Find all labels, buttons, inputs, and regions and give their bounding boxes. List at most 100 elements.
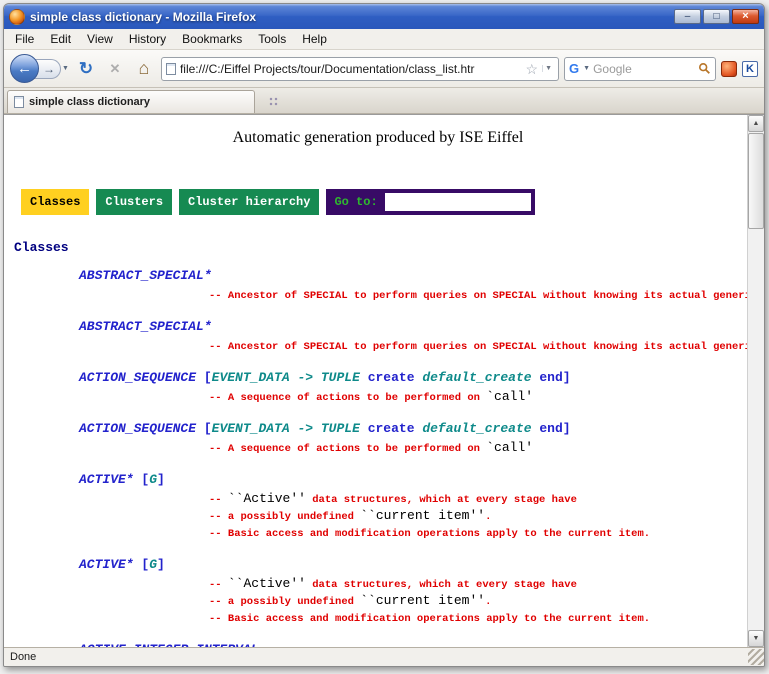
search-icon[interactable] (698, 62, 711, 75)
class-signature-link[interactable]: ACTIVE* [G] (79, 556, 747, 573)
goto-block: Go to: (326, 189, 534, 215)
goto-label: Go to: (334, 195, 377, 209)
minimize-icon: – (685, 12, 691, 22)
tab-label: simple class dictionary (29, 96, 150, 108)
nav-buttons: Classes Clusters Cluster hierarchy (21, 189, 319, 215)
class-entry: ABSTRACT_SPECIAL* -- Ancestor of SPECIAL … (79, 318, 747, 355)
document-body: Automatic generation produced by ISE Eif… (4, 115, 747, 647)
maximize-button[interactable]: □ (703, 9, 730, 24)
url-input[interactable] (180, 62, 522, 76)
nav-button-clusters[interactable]: Clusters (96, 189, 172, 215)
menubar: FileEditViewHistoryBookmarksToolsHelp (4, 29, 764, 50)
forward-icon: → (43, 62, 55, 76)
history-nav: ← → ▼ (10, 54, 69, 83)
menu-edit[interactable]: Edit (42, 30, 79, 48)
class-comments: -- Ancestor of SPECIAL to perform querie… (209, 287, 747, 304)
comment-line: -- ``Active'' data structures, which at … (209, 576, 747, 593)
back-icon: ← (17, 60, 32, 77)
refresh-button[interactable]: ↻ (74, 57, 98, 81)
class-comments: -- A sequence of actions to be performed… (209, 440, 747, 457)
bookmark-star-icon[interactable]: ☆ (526, 62, 539, 76)
comment-line: -- a possibly undefined ``current item''… (209, 593, 747, 610)
status-text: Done (10, 651, 36, 663)
scroll-down-icon: ▼ (753, 635, 760, 642)
status-bar: Done (4, 647, 764, 666)
browser-window: simple class dictionary - Mozilla Firefo… (3, 3, 765, 667)
comment-line: -- A sequence of actions to be performed… (209, 389, 747, 406)
comment-line: -- A sequence of actions to be performed… (209, 440, 747, 457)
scroll-down-button[interactable]: ▼ (748, 630, 764, 647)
menu-tools[interactable]: Tools (250, 30, 294, 48)
maximize-icon: □ (713, 12, 719, 22)
home-icon: ⌂ (139, 58, 150, 79)
page-content: Automatic generation produced by ISE Eif… (4, 114, 764, 647)
titlebar[interactable]: simple class dictionary - Mozilla Firefo… (4, 4, 764, 29)
comment-line: -- ``Active'' data structures, which at … (209, 491, 747, 508)
menu-file[interactable]: File (7, 30, 42, 48)
history-dropdown-icon[interactable]: ▼ (62, 65, 69, 72)
class-entries: ABSTRACT_SPECIAL* -- Ancestor of SPECIAL … (9, 267, 747, 647)
comment-line: -- a possibly undefined ``current item''… (209, 508, 747, 525)
page-favicon (166, 63, 176, 75)
firefox-icon (9, 9, 25, 25)
extension-icon-red[interactable] (721, 61, 737, 77)
class-signature-link[interactable]: ABSTRACT_SPECIAL* (79, 267, 747, 284)
class-entry: ACTION_SEQUENCE [EVENT_DATA -> TUPLE cre… (79, 420, 747, 457)
class-entry: ABSTRACT_SPECIAL* -- Ancestor of SPECIAL … (79, 267, 747, 304)
scrollbar-thumb[interactable] (748, 133, 764, 229)
search-bar: G ▼ (564, 57, 716, 81)
comment-line: -- Ancestor of SPECIAL to perform querie… (209, 287, 747, 304)
tab-bar: simple class dictionary (4, 88, 764, 114)
scroll-up-icon: ▲ (753, 120, 760, 127)
class-entry: ACTIVE* [G] -- ``Active'' data structures… (79, 556, 747, 627)
close-icon: × (742, 11, 748, 22)
menu-view[interactable]: View (79, 30, 121, 48)
page-title: Automatic generation produced by ISE Eif… (9, 129, 747, 147)
class-comments: -- A sequence of actions to be performed… (209, 389, 747, 406)
stop-icon: ✕ (109, 61, 120, 77)
home-button[interactable]: ⌂ (132, 57, 156, 81)
tab-favicon (14, 96, 24, 108)
comment-line: -- Basic access and modification operati… (209, 610, 747, 627)
nav-button-cluster-hierarchy[interactable]: Cluster hierarchy (179, 189, 319, 215)
tab-simple-class-dictionary[interactable]: simple class dictionary (7, 90, 255, 113)
extension-icon-k[interactable]: K (742, 61, 758, 77)
menu-help[interactable]: Help (294, 30, 335, 48)
class-signature-link[interactable]: ACTIVE_INTEGER_INTERVAL (79, 641, 747, 647)
menu-bookmarks[interactable]: Bookmarks (174, 30, 250, 48)
refresh-icon: ↻ (79, 59, 93, 79)
class-comments: -- ``Active'' data structures, which at … (209, 491, 747, 542)
search-input[interactable] (593, 62, 695, 76)
nav-button-classes[interactable]: Classes (21, 189, 89, 215)
vertical-scrollbar[interactable]: ▲ ▼ (747, 115, 764, 647)
class-signature-link[interactable]: ACTIVE* [G] (79, 471, 747, 488)
goto-input[interactable] (385, 193, 531, 211)
back-button[interactable]: ← (10, 54, 39, 83)
google-logo-icon[interactable]: G (569, 61, 579, 76)
resize-grip[interactable] (748, 649, 764, 665)
window-title: simple class dictionary - Mozilla Firefo… (30, 10, 669, 24)
minimize-button[interactable]: – (674, 9, 701, 24)
comment-line: -- Basic access and modification operati… (209, 525, 747, 542)
window-controls: – □ × (674, 9, 759, 24)
scroll-up-button[interactable]: ▲ (748, 115, 764, 132)
class-comments: -- ``Active'' data structures, which at … (209, 576, 747, 627)
comment-line: -- Ancestor of SPECIAL to perform querie… (209, 338, 747, 355)
search-engine-dropdown-icon[interactable]: ▼ (583, 65, 590, 72)
stop-button[interactable]: ✕ (103, 57, 127, 81)
url-dropdown-icon[interactable]: ▼ (542, 65, 554, 72)
k-badge-icon: K (746, 63, 754, 75)
class-signature-link[interactable]: ACTION_SEQUENCE [EVENT_DATA -> TUPLE cre… (79, 369, 747, 386)
close-button[interactable]: × (732, 9, 759, 24)
address-bar: ☆ ▼ (161, 57, 559, 81)
class-entry: ACTION_SEQUENCE [EVENT_DATA -> TUPLE cre… (79, 369, 747, 406)
section-heading-classes: Classes (14, 240, 747, 255)
class-signature-link[interactable]: ABSTRACT_SPECIAL* (79, 318, 747, 335)
tab-strip-icon[interactable] (269, 97, 278, 106)
class-entry: ACTIVE* [G] -- ``Active'' data structures… (79, 471, 747, 542)
menu-history[interactable]: History (121, 30, 174, 48)
class-entry: ACTIVE_INTEGER_INTERVAL (79, 641, 747, 647)
nav-button-row: Classes Clusters Cluster hierarchy Go to: (21, 189, 747, 215)
nav-toolbar: ← → ▼ ↻ ✕ ⌂ ☆ ▼ G ▼ K (4, 50, 764, 88)
class-signature-link[interactable]: ACTION_SEQUENCE [EVENT_DATA -> TUPLE cre… (79, 420, 747, 437)
